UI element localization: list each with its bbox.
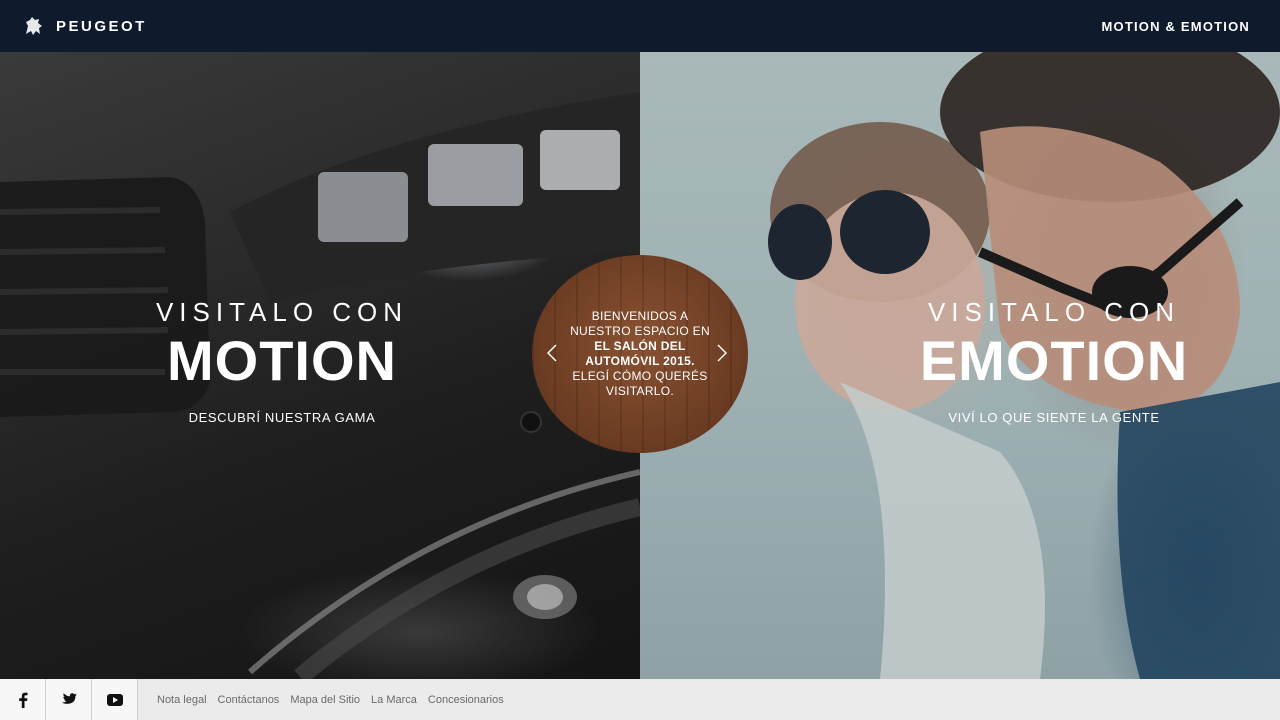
lion-logo-icon — [26, 17, 42, 35]
welcome-message: BIENVENIDOS A NUESTRO ESPACIO EN EL SALÓ… — [570, 309, 710, 399]
emotion-text-block: VISITALO CON EMOTION VIVÍ LO QUE SIENTE … — [854, 297, 1254, 425]
welcome-badge: BIENVENIDOS A NUESTRO ESPACIO EN EL SALÓ… — [532, 255, 748, 453]
facebook-link[interactable] — [0, 679, 46, 720]
chevron-right-icon — [717, 344, 727, 362]
site-header: PEUGEOT MOTION & EMOTION — [0, 0, 1280, 52]
twitter-icon — [61, 693, 77, 704]
footer-link-mapa-del-sitio[interactable]: Mapa del Sitio — [290, 694, 360, 706]
emotion-title: EMOTION — [919, 329, 1189, 392]
youtube-icon — [106, 693, 123, 706]
welcome-highlight: EL SALÓN DEL AUTOMÓVIL 2015. — [585, 339, 695, 368]
footer-link-contactanos[interactable]: Contáctanos — [218, 694, 280, 706]
next-arrow[interactable] — [714, 343, 730, 363]
motion-cta-link[interactable]: DESCUBRÍ NUESTRA GAMA — [82, 410, 482, 425]
youtube-link[interactable] — [92, 679, 138, 720]
footer-link-la-marca[interactable]: La Marca — [371, 694, 417, 706]
emotion-pre-title: VISITALO CON — [927, 297, 1181, 327]
emotion-cta-link[interactable]: VIVÍ LO QUE SIENTE LA GENTE — [854, 410, 1254, 425]
brand-logo[interactable]: PEUGEOT — [22, 14, 147, 38]
facebook-icon — [18, 692, 27, 708]
chevron-left-icon — [547, 344, 557, 362]
motion-pre-title: VISITALO CON — [155, 297, 409, 327]
motion-text-block: VISITALO CON MOTION DESCUBRÍ NUESTRA GAM… — [82, 297, 482, 425]
header-tagline[interactable]: MOTION & EMOTION — [1102, 19, 1250, 34]
footer-link-concesionarios[interactable]: Concesionarios — [428, 694, 504, 706]
brand-name: PEUGEOT — [56, 17, 147, 35]
prev-arrow[interactable] — [544, 343, 560, 363]
welcome-line1: BIENVENIDOS A NUESTRO ESPACIO EN — [570, 309, 710, 338]
twitter-link[interactable] — [46, 679, 92, 720]
site-footer: Nota legal Contáctanos Mapa del Sitio La… — [0, 679, 1280, 720]
welcome-line2: ELEGÍ CÓMO QUERÉS VISITARLO. — [572, 369, 708, 398]
footer-link-nota-legal[interactable]: Nota legal — [157, 694, 207, 706]
footer-nav: Nota legal Contáctanos Mapa del Sitio La… — [157, 694, 504, 706]
motion-title: MOTION — [167, 329, 397, 392]
